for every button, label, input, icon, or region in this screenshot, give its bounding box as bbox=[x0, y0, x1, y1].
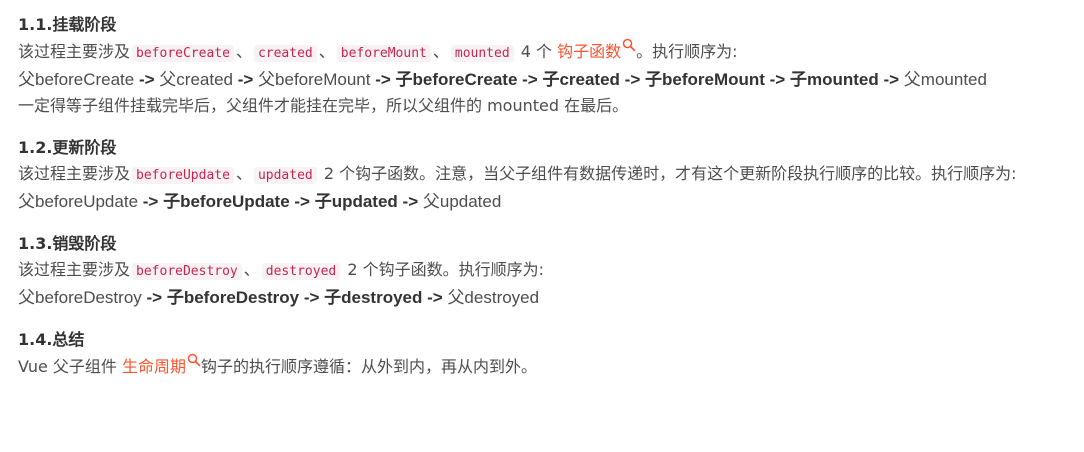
section-destroy: 1.3.销毁阶段 该过程主要涉及 beforeDestroy、 destroyed … bbox=[18, 231, 1066, 311]
flow-arrow: -> bbox=[517, 70, 543, 89]
update-intro-b: 2 个钩子函数。注意，当父子组件有数据传递时，才有这个更新阶段执行顺序的比较。执… bbox=[323, 164, 1017, 183]
flow-arrow: -> bbox=[232, 70, 259, 89]
flow-child-step: 子destroyed bbox=[324, 288, 423, 307]
mount-note: 一定得等子组件挂载完毕后，父组件才能挂在完毕，所以父组件的 mounted 在最… bbox=[18, 96, 629, 115]
mount-intro-a: 该过程主要涉及 bbox=[18, 42, 131, 61]
mount-intro: 该过程主要涉及 beforeCreate、 created、 beforeMount、… bbox=[18, 38, 1066, 67]
flow-child-step: 子updated bbox=[314, 192, 398, 211]
code-beforeCreate: beforeCreate bbox=[132, 45, 234, 62]
section-heading-destroy: 1.3.销毁阶段 bbox=[18, 234, 117, 253]
flow-parent-step: 父updated bbox=[422, 192, 502, 211]
section-update: 1.2.更新阶段 该过程主要涉及 beforeUpdate、 updated 2 个… bbox=[18, 135, 1066, 215]
flow-parent-step: 父beforeDestroy bbox=[18, 288, 142, 307]
search-icon bbox=[187, 353, 201, 367]
hook-count: 4 个 bbox=[520, 42, 553, 61]
section-summary: 1.4.总结 Vue 父子组件 生命周期 钩子的执行顺序遵循：从外到内，再从内到外… bbox=[18, 327, 1066, 380]
update-order: 父beforeUpdate -> 子beforeUpdate -> 子updat… bbox=[18, 189, 1066, 215]
hook-function-link[interactable]: 钩子函数 bbox=[557, 38, 636, 61]
flow-child-step: 子beforeMount bbox=[644, 70, 765, 89]
flow-arrow: -> bbox=[141, 288, 167, 307]
flow-arrow: -> bbox=[397, 192, 423, 211]
code-destroyed: destroyed bbox=[261, 263, 341, 280]
flow-parent-step: 父beforeUpdate bbox=[18, 192, 139, 211]
update-intro: 该过程主要涉及 beforeUpdate、 updated 2 个钩子函数。注意，当… bbox=[18, 161, 1066, 189]
mount-intro-b: 。执行顺序为: bbox=[636, 42, 738, 61]
separator: 、 bbox=[235, 42, 252, 61]
flow-arrow: -> bbox=[134, 70, 160, 89]
flow-arrow: -> bbox=[370, 70, 396, 89]
flow-arrow: -> bbox=[138, 192, 164, 211]
section-mount: 1.1.挂载阶段 该过程主要涉及 beforeCreate、 created、 bef… bbox=[18, 12, 1066, 119]
code-mounted: mounted bbox=[450, 45, 514, 62]
flow-arrow: -> bbox=[619, 70, 645, 89]
summary-intro-a: Vue 父子组件 bbox=[18, 357, 117, 376]
code-created: created bbox=[253, 45, 317, 62]
flow-parent-step: 父beforeCreate bbox=[18, 70, 135, 89]
summary-intro-b: 钩子的执行顺序遵循：从外到内，再从内到外。 bbox=[201, 357, 538, 376]
flow-child-step: 子beforeDestroy bbox=[166, 288, 300, 307]
flow-child-step: 子mounted bbox=[789, 70, 879, 89]
destroy-order: 父beforeDestroy -> 子beforeDestroy -> 子des… bbox=[18, 285, 1066, 311]
lifecycle-link[interactable]: 生命周期 bbox=[122, 353, 201, 376]
summary-text: Vue 父子组件 生命周期 钩子的执行顺序遵循：从外到内，再从内到外。 bbox=[18, 353, 1066, 380]
flow-arrow: -> bbox=[289, 192, 315, 211]
flow-child-step: 子created bbox=[542, 70, 620, 89]
lifecycle-link-label: 生命周期 bbox=[122, 357, 187, 376]
code-beforeDestroy: beforeDestroy bbox=[132, 263, 242, 280]
destroy-intro-a: 该过程主要涉及 bbox=[18, 260, 131, 279]
separator: 、 bbox=[432, 42, 449, 61]
flow-arrow: -> bbox=[422, 288, 448, 307]
hook-function-link-label: 钩子函数 bbox=[557, 42, 622, 61]
flow-parent-step: 父mounted bbox=[903, 70, 987, 89]
flow-child-step: 子beforeUpdate bbox=[163, 192, 290, 211]
destroy-intro-b: 2 个钩子函数。执行顺序为: bbox=[347, 260, 544, 279]
flow-child-step: 子beforeCreate bbox=[395, 70, 518, 89]
destroy-intro: 该过程主要涉及 beforeDestroy、 destroyed 2 个钩子函数。执… bbox=[18, 257, 1066, 285]
search-icon bbox=[622, 38, 636, 52]
update-intro-a: 该过程主要涉及 bbox=[18, 164, 131, 183]
flow-arrow: -> bbox=[299, 288, 325, 307]
code-updated: updated bbox=[253, 167, 317, 184]
flow-parent-step: 父beforeMount bbox=[258, 70, 371, 89]
section-heading-update: 1.2.更新阶段 bbox=[18, 138, 117, 157]
flow-arrow: -> bbox=[878, 70, 904, 89]
article-body: 1.1.挂载阶段 该过程主要涉及 beforeCreate、 created、 bef… bbox=[0, 0, 1084, 452]
flow-parent-step: 父destroyed bbox=[447, 288, 540, 307]
separator: 、 bbox=[318, 42, 335, 61]
separator: 、 bbox=[243, 260, 260, 279]
mount-order: 父beforeCreate -> 父created -> 父beforeMoun… bbox=[18, 67, 1066, 93]
flow-arrow: -> bbox=[764, 70, 790, 89]
section-heading-mount: 1.1.挂载阶段 bbox=[18, 15, 117, 34]
separator: 、 bbox=[235, 164, 252, 183]
section-heading-summary: 1.4.总结 bbox=[18, 330, 85, 349]
code-beforeUpdate: beforeUpdate bbox=[132, 167, 234, 184]
flow-parent-step: 父created bbox=[159, 70, 233, 89]
code-beforeMount: beforeMount bbox=[336, 45, 431, 62]
